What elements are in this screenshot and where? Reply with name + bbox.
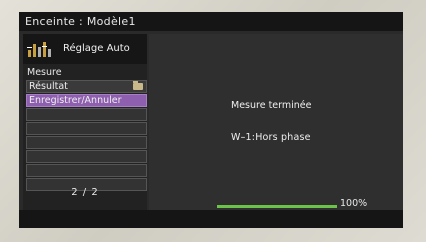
result-text: W–1:Hors phase bbox=[231, 132, 311, 143]
section-label: Mesure bbox=[27, 67, 62, 78]
progress-fill bbox=[217, 205, 337, 208]
window-title: Enceinte : Modèle1 bbox=[19, 12, 403, 31]
menu-item-empty bbox=[26, 150, 147, 163]
panel-header: Réglage Auto bbox=[23, 34, 147, 64]
content-panel: Mesure terminée W–1:Hors phase bbox=[149, 34, 403, 210]
status-text: Mesure terminée bbox=[231, 100, 312, 111]
menu-item-empty bbox=[26, 122, 147, 135]
left-panel: Réglage Auto Mesure Résultat Enregistrer… bbox=[23, 34, 147, 210]
progress-label: 100% bbox=[340, 198, 368, 209]
folder-icon bbox=[133, 81, 143, 90]
menu-item-resultat[interactable]: Résultat bbox=[26, 80, 147, 93]
main-panel: Réglage Auto Mesure Résultat Enregistrer… bbox=[19, 31, 403, 210]
progress-bar bbox=[217, 205, 337, 208]
menu-item-empty bbox=[26, 136, 147, 149]
bottom-bar bbox=[19, 210, 403, 228]
menu-item-label: Résultat bbox=[29, 81, 68, 92]
menu-item-empty bbox=[26, 108, 147, 121]
menu-item-empty bbox=[26, 164, 147, 177]
speaker-level-icon bbox=[27, 42, 51, 57]
menu-item-label: Enregistrer/Annuler bbox=[29, 95, 122, 106]
header-title: Réglage Auto bbox=[63, 43, 130, 54]
screen: Enceinte : Modèle1 Réglage Auto Mesure R… bbox=[19, 12, 403, 228]
menu-list: Résultat Enregistrer/Annuler bbox=[26, 80, 147, 192]
page-indicator: 2 / 2 bbox=[71, 187, 99, 198]
menu-item-enregistrer-annuler[interactable]: Enregistrer/Annuler bbox=[26, 94, 147, 107]
